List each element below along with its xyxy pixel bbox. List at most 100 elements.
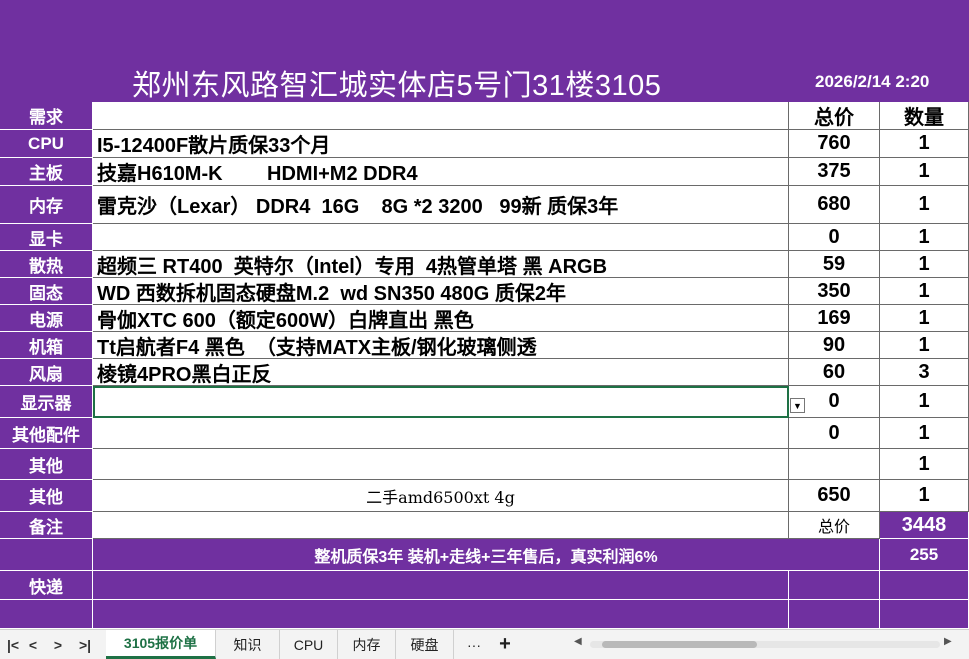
table-row: 其他配件 0 1 [0, 418, 969, 449]
row-desc-cell[interactable]: 骨伽XTC 600（额定600W）白牌直出 黑色 [93, 305, 789, 332]
header-desc-cell[interactable] [93, 102, 789, 130]
row-desc-cell[interactable] [93, 449, 789, 480]
row-desc-cell[interactable]: Tt启航者F4 黑色 （支持MATX主板/钢化玻璃侧透 [93, 332, 789, 359]
store-title: 郑州东风路智汇城实体店5号门31楼3105 [132, 70, 662, 102]
row-label-cell[interactable]: 显示器 [0, 386, 93, 418]
row-label-cell[interactable]: 主板 [0, 158, 93, 186]
express-desc-cell[interactable] [93, 571, 789, 600]
express-label-cell[interactable]: 快递 [0, 571, 93, 600]
row-label-cell[interactable]: 风扇 [0, 359, 93, 386]
row-qty-cell[interactable]: 1 [880, 251, 969, 278]
blank-desc-cell[interactable] [93, 600, 789, 629]
warranty-label-cell[interactable] [0, 539, 93, 571]
express-price-cell[interactable] [789, 571, 880, 600]
row-desc-cell[interactable]: I5-12400F散片质保33个月 [93, 130, 789, 158]
warranty-row: 整机质保3年 装机+走线+三年售后，真实利润6% 255 [0, 539, 969, 571]
row-qty-cell[interactable]: 1 [880, 158, 969, 186]
row-qty-cell[interactable]: 1 [880, 130, 969, 158]
row-desc-cell[interactable]: 雷克沙（Lexar） DDR4 16G 8G *2 3200 99新 质保3年 [93, 186, 789, 224]
table-row: CPU I5-12400F散片质保33个月 760 1 [0, 130, 969, 158]
sheet-header-banner: 郑州东风路智汇城实体店5号门31楼3105 2026/2/14 2:20 [0, 0, 969, 102]
add-sheet-icon[interactable]: + [492, 630, 518, 659]
row-desc-cell[interactable]: 二手amd6500xt 4g [93, 480, 789, 512]
scroll-thumb[interactable] [602, 641, 757, 648]
table-row: 显示器 0 1 [0, 386, 969, 418]
last-sheet-icon[interactable]: >| [74, 630, 96, 659]
row-price-cell[interactable]: 0 [789, 418, 880, 449]
blank-label-cell[interactable] [0, 600, 93, 629]
total-value-cell[interactable]: 3448 [880, 512, 969, 539]
row-price-cell[interactable]: 375 [789, 158, 880, 186]
row-label-cell[interactable]: 显卡 [0, 224, 93, 251]
selected-desc-cell[interactable] [93, 386, 789, 418]
row-desc-cell[interactable]: 技嘉H610M-K HDMI+M2 DDR4 [93, 158, 789, 186]
table-row: 电源 骨伽XTC 600（额定600W）白牌直出 黑色 169 1 [0, 305, 969, 332]
row-price-cell[interactable]: 90 [789, 332, 880, 359]
row-price-cell[interactable]: 59 [789, 251, 880, 278]
blank-price-cell[interactable] [789, 600, 880, 629]
more-tabs-icon[interactable]: ··· [456, 630, 492, 659]
header-qty-cell[interactable]: 数量 [880, 102, 969, 130]
row-label-cell[interactable]: 内存 [0, 186, 93, 224]
row-desc-cell[interactable] [93, 418, 789, 449]
row-qty-cell[interactable]: 1 [880, 278, 969, 305]
scroll-right-icon[interactable]: ▶ [944, 636, 952, 647]
row-qty-cell[interactable]: 1 [880, 418, 969, 449]
row-label-cell[interactable]: 其他配件 [0, 418, 93, 449]
row-price-cell[interactable]: 60 [789, 359, 880, 386]
tab-knowledge[interactable]: 知识 [216, 630, 280, 659]
horizontal-scrollbar[interactable]: ◀ ▶ [572, 636, 958, 652]
row-desc-cell[interactable]: WD 西数拆机固态硬盘M.2 wd SN350 480G 质保2年 [93, 278, 789, 305]
row-qty-cell[interactable]: 1 [880, 386, 969, 418]
header-label-cell[interactable]: 需求 [0, 102, 93, 130]
row-qty-cell[interactable]: 1 [880, 224, 969, 251]
row-qty-cell[interactable]: 1 [880, 186, 969, 224]
row-desc-cell[interactable] [93, 224, 789, 251]
row-qty-cell[interactable]: 1 [880, 449, 969, 480]
row-label-cell[interactable]: CPU [0, 130, 93, 158]
prev-sheet-icon[interactable]: < [22, 630, 44, 659]
row-price-cell[interactable]: 760 [789, 130, 880, 158]
row-qty-cell[interactable]: 1 [880, 332, 969, 359]
row-desc-cell[interactable]: 棱镜4PRO黑白正反 [93, 359, 789, 386]
total-label-cell[interactable]: 总价 [789, 512, 880, 539]
row-label-cell[interactable]: 其他 [0, 449, 93, 480]
row-label-cell[interactable]: 散热 [0, 251, 93, 278]
table-row: 风扇 棱镜4PRO黑白正反 60 3 [0, 359, 969, 386]
table-row: 其他 二手amd6500xt 4g 650 1 [0, 480, 969, 512]
remark-desc-cell[interactable] [93, 512, 789, 539]
dropdown-arrow-icon[interactable]: ▼ [790, 398, 805, 413]
tab-disk[interactable]: 硬盘 [396, 630, 454, 659]
next-sheet-icon[interactable]: > [47, 630, 69, 659]
remark-label-cell[interactable]: 备注 [0, 512, 93, 539]
table-row: 散热 超频三 RT400 英特尔（Intel）专用 4热管单塔 黑 ARGB 5… [0, 251, 969, 278]
row-label-cell[interactable]: 其他 [0, 480, 93, 512]
tab-3105-quote[interactable]: 3105报价单 [106, 630, 216, 659]
remark-row: 备注 总价 3448 [0, 512, 969, 539]
first-sheet-icon[interactable]: |< [2, 630, 24, 659]
warranty-note-cell[interactable]: 整机质保3年 装机+走线+三年售后，真实利润6% [93, 539, 880, 571]
tab-memory[interactable]: 内存 [338, 630, 396, 659]
table-row: 主板 技嘉H610M-K HDMI+M2 DDR4 375 1 [0, 158, 969, 186]
row-price-cell[interactable] [789, 449, 880, 480]
scroll-left-icon[interactable]: ◀ [574, 636, 582, 647]
row-label-cell[interactable]: 机箱 [0, 332, 93, 359]
row-price-cell[interactable]: 0 [789, 224, 880, 251]
blank-qty-cell[interactable] [880, 600, 969, 629]
row-qty-cell[interactable]: 3 [880, 359, 969, 386]
row-price-cell[interactable]: 169 [789, 305, 880, 332]
row-label-cell[interactable]: 固态 [0, 278, 93, 305]
profit-value-cell[interactable]: 255 [880, 539, 969, 571]
table-row: 固态 WD 西数拆机固态硬盘M.2 wd SN350 480G 质保2年 350… [0, 278, 969, 305]
header-price-cell[interactable]: 总价 [789, 102, 880, 130]
row-price-cell[interactable]: 350 [789, 278, 880, 305]
row-price-cell[interactable]: 650 [789, 480, 880, 512]
express-qty-cell[interactable] [880, 571, 969, 600]
table-header-row: 需求 总价 数量 [0, 102, 969, 130]
row-label-cell[interactable]: 电源 [0, 305, 93, 332]
row-desc-cell[interactable]: 超频三 RT400 英特尔（Intel）专用 4热管单塔 黑 ARGB [93, 251, 789, 278]
row-price-cell[interactable]: 680 [789, 186, 880, 224]
row-qty-cell[interactable]: 1 [880, 480, 969, 512]
row-qty-cell[interactable]: 1 [880, 305, 969, 332]
tab-cpu[interactable]: CPU [280, 630, 338, 659]
